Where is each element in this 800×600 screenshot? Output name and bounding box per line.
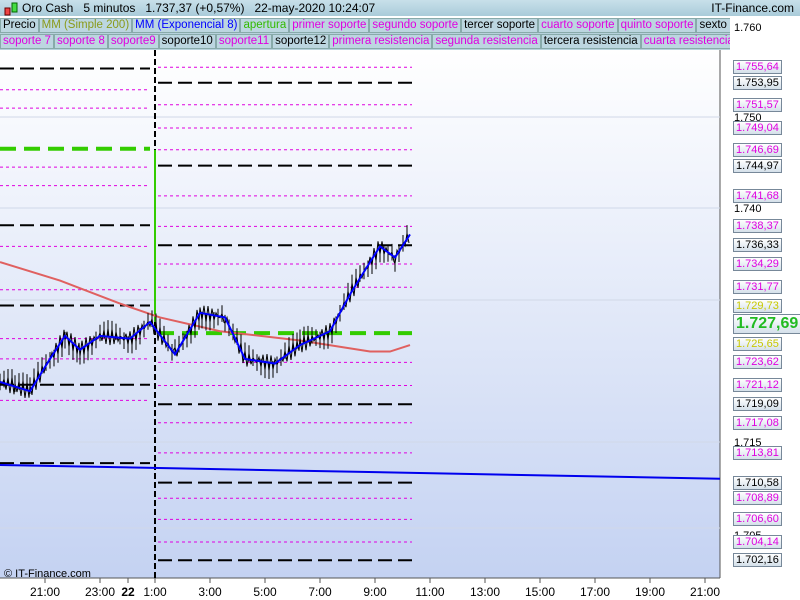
legend-item[interactable]: segundo soporte	[369, 18, 462, 33]
legend-item[interactable]: cuarta resistencia	[640, 34, 730, 49]
price-level-label: 1.704,14	[733, 535, 782, 550]
price-level-label: 1.736,33	[733, 238, 782, 253]
legend-item[interactable]: segunda resistencia	[432, 34, 541, 49]
candlestick-logo-icon	[4, 2, 18, 16]
x-tick-label: 17:00	[580, 585, 610, 599]
legend-item[interactable]: MM (Exponencial 8)	[132, 18, 241, 33]
watermark: © IT-Finance.com	[4, 568, 91, 580]
legend-item[interactable]: soporte 7	[0, 34, 54, 49]
legend-item[interactable]: MM (Simple 200)	[38, 18, 133, 33]
price-level-label: 1.713,81	[733, 445, 782, 460]
legend-row-2: soporte 7 soporte 8 soporte9 soporte10 sopor…	[0, 34, 730, 50]
chart-title: Oro Cash 5 minutos 1.737,37 (+0,57%) 22-…	[22, 1, 376, 15]
x-tick-label: 11:00	[415, 585, 444, 599]
price-level-label: 1.738,37	[733, 219, 782, 234]
price-level-label: 1.751,57	[733, 97, 782, 112]
price-level-label: 1.746,69	[733, 142, 782, 157]
price-level-label: 1.708,89	[733, 491, 782, 506]
legend-item[interactable]: soporte11	[215, 34, 273, 49]
legend-item[interactable]: apertura	[240, 18, 290, 33]
price-level-label: 1.755,64	[733, 60, 782, 75]
x-tick-label: 5:00	[253, 585, 277, 599]
plot-area	[0, 50, 720, 578]
legend-item[interactable]: soporte 8	[53, 34, 108, 49]
legend-item[interactable]: tercera resistencia	[540, 34, 641, 49]
price-level-label: 1.725,65	[733, 336, 782, 351]
legend-item[interactable]: soporte10	[158, 34, 216, 49]
price-level-label: 1.753,95	[733, 75, 782, 90]
x-tick-label: 7:00	[308, 585, 332, 599]
x-tick-label: 23:00	[85, 585, 115, 599]
brand: IT-Finance.com	[711, 1, 794, 15]
y-tick-label: 1.740	[734, 203, 762, 215]
x-tick-label: 13:00	[470, 585, 500, 599]
price-level-label: 1.729,73	[733, 299, 782, 314]
legend-item[interactable]: soporte12	[272, 34, 330, 49]
price-level-label: 1.706,60	[733, 512, 782, 527]
price-level-label: 1.734,29	[733, 257, 782, 272]
x-tick-label: 22	[121, 585, 135, 599]
header-bar: Oro Cash 5 minutos 1.737,37 (+0,57%) 22-…	[0, 0, 800, 16]
legend-item[interactable]: sexto soporte	[696, 18, 730, 33]
x-tick-label: 21:00	[690, 585, 720, 599]
price-level-label: 1.744,97	[733, 158, 782, 173]
price-level-label: 1.723,62	[733, 355, 782, 370]
y-tick-label: 1.760	[734, 22, 762, 34]
price-level-label: 1.727,69	[733, 313, 800, 334]
legend-item[interactable]: tercer soporte	[461, 18, 539, 33]
legend-item[interactable]: Precio	[0, 18, 39, 33]
price-level-label: 1.710,58	[733, 475, 782, 490]
legend-row-1: Precio MM (Simple 200) MM (Exponencial 8) a…	[0, 18, 730, 34]
price-level-label: 1.702,16	[733, 553, 782, 568]
price-level-label: 1.721,12	[733, 378, 782, 393]
price-chart: 1.7601.7501.7401.7151.70521:0023:00221:0…	[0, 18, 762, 599]
price-level-label: 1.717,08	[733, 415, 782, 430]
price-level-label: 1.741,68	[733, 188, 782, 203]
x-tick-label: 1:00	[143, 585, 167, 599]
legend-item[interactable]: primer soporte	[289, 18, 370, 33]
x-tick-label: 9:00	[363, 585, 387, 599]
legend-item[interactable]: primera resistencia	[329, 34, 433, 49]
x-tick-label: 15:00	[525, 585, 555, 599]
price-level-label: 1.719,09	[733, 397, 782, 412]
price-level-label: 1.731,77	[733, 280, 782, 295]
legend-item[interactable]: quinto soporte	[617, 18, 697, 33]
x-tick-label: 21:00	[30, 585, 60, 599]
legend-item[interactable]: cuarto soporte	[538, 18, 618, 33]
x-tick-label: 3:00	[198, 585, 222, 599]
legend-item[interactable]: soporte9	[107, 34, 159, 49]
price-level-label: 1.749,04	[733, 121, 782, 136]
x-tick-label: 19:00	[635, 585, 665, 599]
